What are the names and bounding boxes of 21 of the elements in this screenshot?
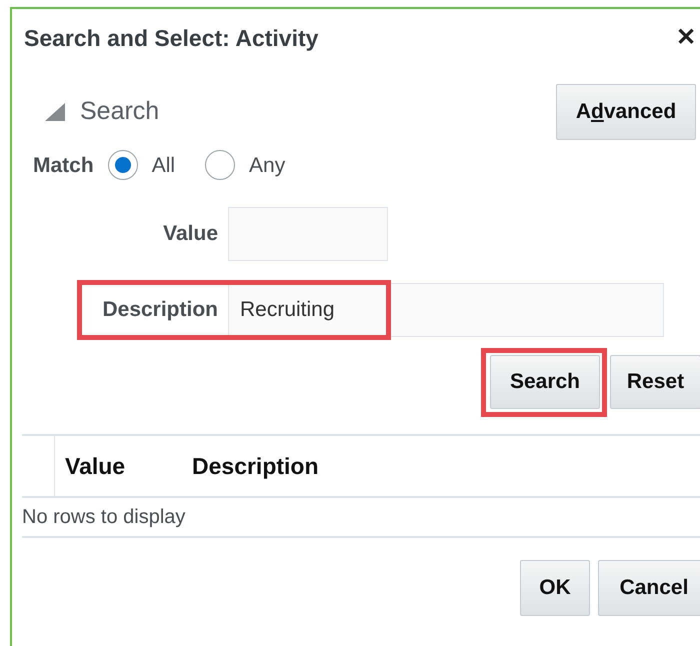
dialog-button[interactable]: OK: [520, 560, 590, 616]
column-header: Value: [65, 452, 126, 481]
radio-button[interactable]: [108, 150, 138, 180]
dialog-button[interactable]: Cancel: [598, 560, 700, 616]
empty-message: No rows to display: [22, 505, 186, 530]
field-label: Value: [162, 221, 219, 248]
dialog-title: Search and Select: Activity: [24, 24, 318, 53]
radio-label: All: [152, 152, 176, 178]
action-button[interactable]: Search: [490, 355, 600, 409]
radio-button[interactable]: [205, 150, 236, 180]
radio-label: Any: [249, 152, 286, 178]
column-header: Description: [192, 452, 319, 481]
collapse-triangle-icon[interactable]: [43, 102, 67, 122]
input-field[interactable]: Recruiting: [228, 283, 664, 337]
section-heading[interactable]: Search: [80, 92, 160, 130]
close-button[interactable]: ✕: [676, 26, 696, 50]
input-field[interactable]: [228, 207, 388, 261]
advanced-button[interactable]: Advanced: [556, 84, 696, 140]
action-button[interactable]: Reset: [610, 355, 700, 409]
field-label: Description: [101, 297, 219, 324]
match-label: Match: [33, 152, 94, 178]
